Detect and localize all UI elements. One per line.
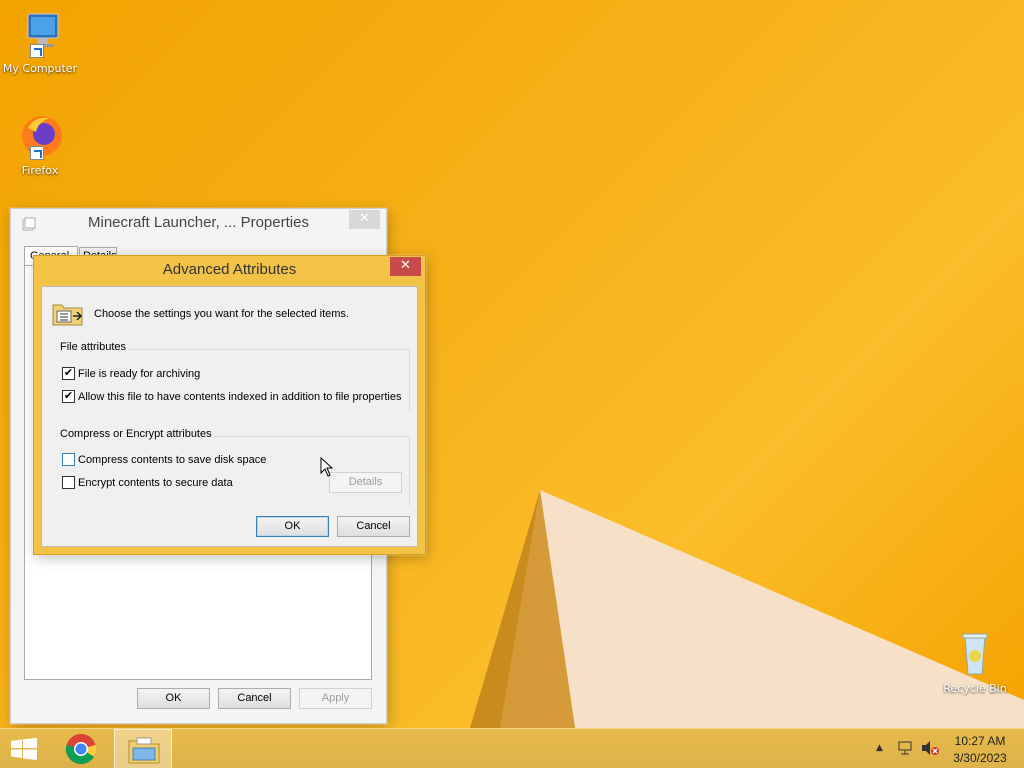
encrypt-checkbox-row[interactable]: Encrypt contents to secure data bbox=[62, 475, 233, 492]
start-button[interactable] bbox=[0, 729, 48, 768]
compress-encrypt-group bbox=[55, 436, 410, 506]
archive-checkbox-label: File is ready for archiving bbox=[78, 368, 201, 380]
computer-icon bbox=[16, 10, 64, 58]
compress-checkbox-label: Compress contents to save disk space bbox=[78, 454, 267, 466]
encrypt-checkbox[interactable] bbox=[62, 475, 75, 489]
encrypt-checkbox-label: Encrypt contents to secure data bbox=[78, 477, 233, 489]
folder-properties-icon bbox=[52, 302, 84, 326]
details-button[interactable]: Details bbox=[329, 472, 402, 493]
close-button[interactable]: ✕ bbox=[349, 210, 380, 229]
recycle-bin-icon bbox=[951, 630, 999, 678]
apply-button[interactable]: Apply bbox=[299, 688, 372, 709]
desktop-icon-label: My Computer bbox=[2, 62, 78, 75]
show-hidden-icons-chevron-up-icon[interactable]: ▲ bbox=[876, 743, 883, 753]
advanced-attributes-dialog: Advanced Attributes ✕ Choose the setting… bbox=[33, 255, 426, 555]
tray-clock[interactable]: 10:27 AM 3/30/2023 bbox=[944, 733, 1016, 767]
dialog-intro-text: Choose the settings you want for the sel… bbox=[94, 308, 349, 320]
index-checkbox[interactable]: ✔ bbox=[62, 389, 75, 403]
window-title: Minecraft Launcher, ... Properties bbox=[88, 214, 309, 231]
volume-muted-icon[interactable] bbox=[921, 740, 939, 759]
dialog-client: Choose the settings you want for the sel… bbox=[41, 286, 418, 547]
tray-date: 3/30/2023 bbox=[953, 751, 1007, 765]
firefox-icon bbox=[16, 112, 64, 160]
network-icon[interactable] bbox=[897, 740, 913, 759]
ok-button[interactable]: OK bbox=[256, 516, 329, 537]
tray-time: 10:27 AM bbox=[954, 734, 1006, 748]
cancel-button[interactable]: Cancel bbox=[337, 516, 410, 537]
close-icon: ✕ bbox=[400, 258, 411, 273]
cancel-button[interactable]: Cancel bbox=[218, 688, 291, 709]
chrome-icon bbox=[65, 733, 97, 768]
desktop-icon-label: Firefox bbox=[21, 164, 59, 177]
desktop-icon-my-computer[interactable]: My Computer bbox=[0, 10, 80, 75]
taskbar-file-explorer[interactable] bbox=[114, 729, 172, 768]
index-checkbox-row[interactable]: ✔ Allow this file to have contents indexe… bbox=[62, 389, 402, 406]
archive-checkbox[interactable]: ✔ bbox=[62, 366, 75, 380]
file-explorer-icon bbox=[128, 736, 160, 767]
mouse-cursor-icon bbox=[320, 457, 334, 477]
group-label-file-attributes: File attributes bbox=[58, 341, 129, 353]
desktop-icon-label: Recycle Bin bbox=[943, 682, 1007, 695]
close-icon: ✕ bbox=[359, 211, 370, 226]
compress-checkbox-row[interactable]: Compress contents to save disk space bbox=[62, 452, 267, 469]
compress-checkbox[interactable] bbox=[62, 452, 75, 466]
taskbar: ▲ 10:27 AM 3/30/2023 bbox=[0, 728, 1024, 768]
index-checkbox-label: Allow this file to have contents indexed… bbox=[78, 391, 402, 403]
dialog-title: Advanced Attributes bbox=[162, 261, 297, 278]
start-icon bbox=[11, 738, 37, 763]
desktop-icon-firefox[interactable]: Firefox bbox=[0, 112, 80, 177]
close-button[interactable]: ✕ bbox=[390, 257, 421, 276]
archive-checkbox-row[interactable]: ✔ File is ready for archiving bbox=[62, 366, 201, 383]
desktop-icon-recycle-bin[interactable]: Recycle Bin bbox=[935, 630, 1015, 695]
ok-button[interactable]: OK bbox=[137, 688, 210, 709]
taskbar-chrome[interactable] bbox=[58, 729, 106, 768]
group-label-compress-encrypt: Compress or Encrypt attributes bbox=[58, 428, 214, 440]
